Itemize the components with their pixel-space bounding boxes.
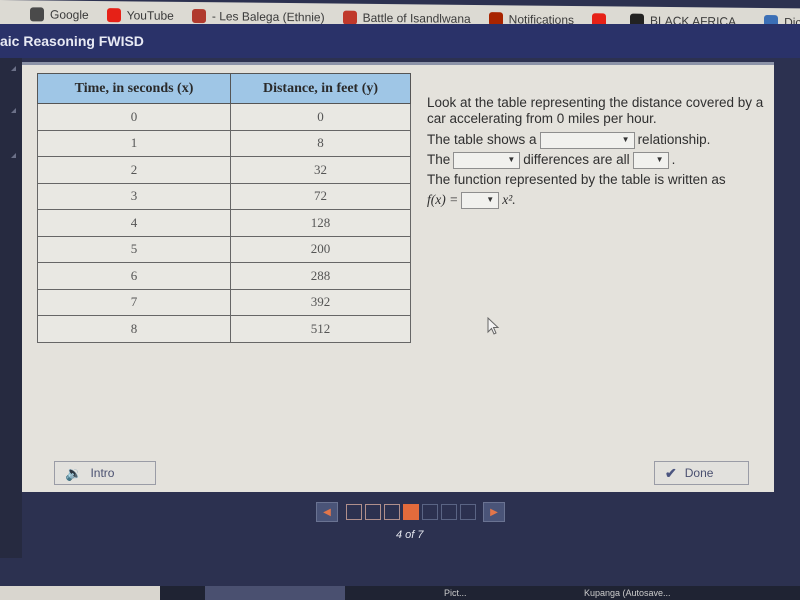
- globe-icon: [191, 9, 206, 24]
- question-line-1: The table shows a ▼ relationship.: [427, 130, 772, 150]
- left-gutter: [0, 58, 22, 558]
- page-indicator[interactable]: [402, 504, 419, 520]
- time-cell: 1: [37, 129, 231, 157]
- distance-cell: 512: [230, 315, 411, 343]
- table-row: 8 512: [37, 315, 411, 343]
- speaker-icon: 🔉: [65, 464, 83, 481]
- page-indicator[interactable]: [345, 504, 362, 520]
- page-indicator[interactable]: [421, 504, 438, 520]
- relationship-dropdown[interactable]: ▼: [539, 131, 635, 149]
- differences-type-dropdown[interactable]: ▼: [453, 151, 521, 169]
- function-label: f(x) =: [427, 192, 459, 207]
- prompt-text: Look at the table representing the dista…: [427, 95, 764, 126]
- question-line-4: f(x) = ▼ x².: [427, 190, 772, 210]
- time-cell: 6: [37, 262, 231, 290]
- line1-text: The table shows a: [427, 132, 537, 147]
- question-text: Look at the table representing the dista…: [427, 95, 772, 210]
- taskbar-app[interactable]: Pict...: [440, 586, 467, 600]
- bookmark-item[interactable]: Google: [30, 7, 89, 22]
- function-post-text: x².: [502, 192, 516, 207]
- page-indicator[interactable]: [459, 504, 476, 520]
- next-page-button[interactable]: ▶: [483, 502, 505, 522]
- table-header-row: Time, in seconds (x) Distance, in feet (…: [37, 73, 411, 104]
- chevron-down-icon: ▼: [621, 135, 630, 144]
- chevron-down-icon: ▼: [655, 155, 664, 164]
- table-row: 5 200: [37, 235, 411, 263]
- distance-cell: 0: [230, 103, 411, 131]
- taskbar: Pict... Kupanga (Autosave...: [0, 586, 800, 600]
- line1-post-text: relationship.: [637, 132, 711, 147]
- bookmark-item[interactable]: YouTube: [106, 8, 174, 23]
- table-row: 2 32: [37, 156, 411, 184]
- app-header: aic Reasoning FWISD: [0, 24, 800, 58]
- collapse-arrow-icon[interactable]: [11, 153, 16, 158]
- function-prompt: The function represented by the table is…: [427, 172, 726, 187]
- distance-cell: 72: [230, 182, 411, 210]
- time-cell: 0: [37, 103, 231, 131]
- intro-label: Intro: [90, 466, 115, 480]
- youtube-icon: [106, 8, 121, 23]
- page-indicator[interactable]: [383, 504, 400, 520]
- page-indicator[interactable]: [364, 504, 381, 520]
- arrow-left-icon: ◀: [323, 506, 331, 518]
- bookmark-label: YouTube: [126, 8, 174, 23]
- pagination: ◀ ▶: [316, 502, 505, 522]
- intro-button[interactable]: 🔉 Intro: [54, 461, 156, 485]
- taskbar-app[interactable]: Kupanga (Autosave...: [580, 586, 671, 600]
- question-panel: Time, in seconds (x) Distance, in feet (…: [22, 62, 774, 492]
- chevron-down-icon: ▼: [486, 195, 495, 204]
- table-row: 6 288: [37, 262, 411, 290]
- bookmark-label: Google: [50, 7, 89, 22]
- distance-cell: 392: [230, 288, 411, 316]
- bookmark-label: - Les Balega (Ethnie): [211, 9, 325, 25]
- time-cell: 3: [37, 182, 231, 210]
- arrow-right-icon: ▶: [490, 506, 498, 518]
- line2-mid-text: differences are all: [523, 152, 630, 167]
- distance-cell: 8: [230, 129, 411, 157]
- table-row: 3 72: [37, 182, 411, 210]
- chevron-down-icon: ▼: [507, 155, 516, 164]
- time-cell: 7: [37, 288, 231, 316]
- page-indicator[interactable]: [440, 504, 457, 520]
- differences-value-dropdown[interactable]: ▼: [632, 151, 669, 169]
- bb-icon: [342, 10, 357, 25]
- page-indicators: [344, 504, 477, 520]
- column-header-time: Time, in seconds (x): [37, 73, 231, 104]
- taskbar-app[interactable]: [205, 586, 345, 600]
- line2-text: The: [427, 152, 451, 167]
- done-label: Done: [684, 466, 714, 480]
- checkmark-icon: ✔: [665, 464, 677, 481]
- table-row: 7 392: [37, 288, 411, 316]
- question-line-2: The ▼ differences are all ▼ .: [427, 150, 772, 170]
- table-row: 00: [37, 103, 411, 131]
- time-cell: 2: [37, 156, 231, 184]
- distance-cell: 288: [230, 262, 411, 290]
- distance-cell: 32: [230, 156, 411, 184]
- taskbar-label: Pict...: [444, 588, 467, 598]
- collapse-arrow-icon[interactable]: [11, 66, 16, 71]
- collapse-arrow-icon[interactable]: [11, 108, 16, 113]
- table-row: 4 128: [37, 209, 411, 237]
- column-header-distance: Distance, in feet (y): [230, 73, 411, 104]
- distance-cell: 128: [230, 209, 411, 237]
- done-button[interactable]: ✔ Done: [654, 461, 749, 485]
- page-counter: 4 of 7: [396, 529, 424, 541]
- time-cell: 8: [37, 315, 231, 343]
- taskbar-search[interactable]: [0, 586, 160, 600]
- bookmark-item[interactable]: - Les Balega (Ethnie): [191, 9, 325, 25]
- taskbar-label: Kupanga (Autosave...: [584, 588, 671, 598]
- previous-page-button[interactable]: ◀: [316, 502, 338, 522]
- screen: Google YouTube - Les Balega (Ethnie) Battle…: [0, 0, 800, 600]
- page-title: aic Reasoning FWISD: [0, 33, 144, 49]
- time-cell: 4: [37, 209, 231, 237]
- time-cell: 5: [37, 235, 231, 263]
- google-icon: [30, 7, 44, 22]
- distance-cell: 200: [230, 235, 411, 263]
- table-row: 18: [37, 129, 411, 157]
- coefficient-dropdown[interactable]: ▼: [461, 191, 500, 209]
- line2-post-text: .: [671, 152, 676, 167]
- data-table: Time, in seconds (x) Distance, in feet (…: [37, 73, 411, 343]
